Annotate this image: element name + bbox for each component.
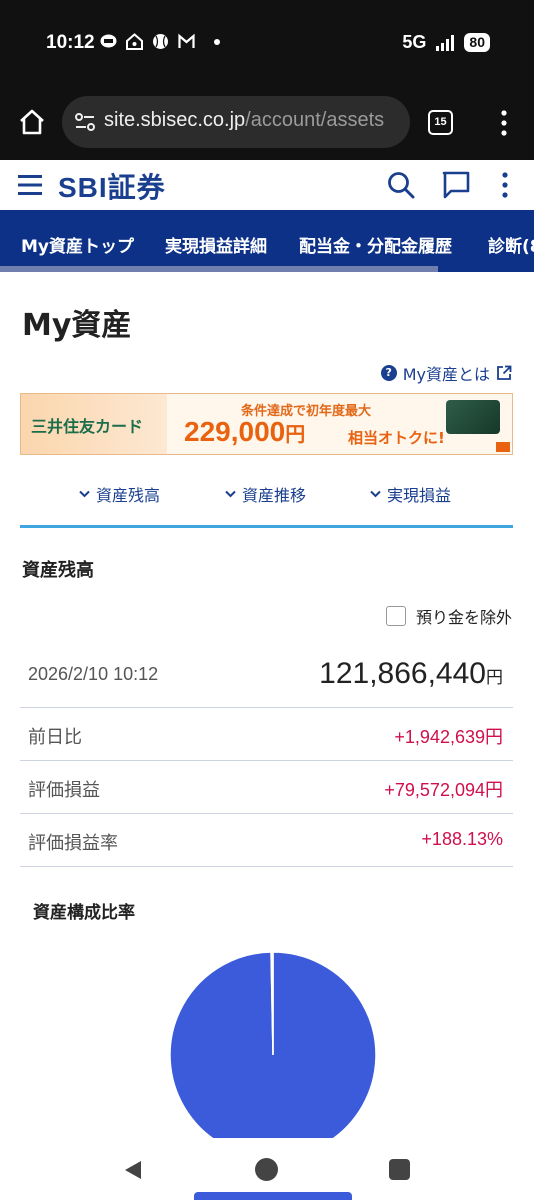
chevron-down-icon: [370, 490, 381, 498]
question-icon: ?: [380, 365, 397, 381]
row-label: 前日比: [28, 727, 82, 748]
total-assets-row: 2026/2/10 10:12 121,866,440円: [20, 648, 513, 708]
anchor-balance[interactable]: 資産残高: [79, 482, 160, 506]
chevron-down-icon: [79, 490, 90, 498]
network-type: 5G: [402, 32, 427, 52]
row-value: +79,572,094円: [384, 780, 503, 800]
android-nav-bar: [0, 1138, 534, 1200]
banner-amount-value: 229,000: [184, 416, 286, 447]
status-bar: 10:12 5G 80: [0, 0, 534, 88]
anchor-label: 資産推移: [242, 486, 307, 505]
battery-icon: 80: [464, 33, 490, 52]
exclude-deposit-label: 預り金を除外: [415, 608, 512, 627]
url-host: site.sbisec.co.jp: [104, 109, 246, 131]
back-icon[interactable]: [121, 1158, 145, 1182]
banner-left-panel: 三井住友カード: [21, 394, 167, 454]
composition-pie-chart: [169, 951, 377, 1145]
tab-diagnosis[interactable]: 診断(8: [488, 232, 534, 257]
sbi-logo[interactable]: SBI証券: [58, 166, 166, 206]
row-value: +188.13%: [421, 829, 503, 849]
anchor-label: 実現損益: [387, 486, 452, 505]
tab-switcher-button[interactable]: 15: [428, 110, 453, 135]
row-value: +1,942,639円: [394, 727, 503, 747]
row-label: 評価損益率: [28, 833, 118, 854]
row-label: 評価損益: [28, 780, 100, 801]
more-notifications-dot: [214, 38, 220, 45]
status-time: 10:12: [46, 32, 95, 53]
credit-card-image: [446, 400, 500, 434]
tab-realized-pl-detail[interactable]: 実現損益詳細: [165, 232, 267, 257]
anchor-trend[interactable]: 資産推移: [225, 482, 306, 506]
balance-section-title: 資産残高: [22, 560, 94, 581]
banner-amount: 229,000円: [184, 416, 305, 448]
table-row: 前日比 +1,942,639円: [20, 708, 513, 761]
address-bar[interactable]: site.sbisec.co.jp/account/assets: [62, 96, 410, 148]
notification-icons: [100, 33, 220, 50]
external-link-icon: [497, 365, 512, 380]
table-row: 評価損益率 +188.13%: [20, 814, 513, 867]
tab-my-assets-top[interactable]: My資産トップ: [21, 232, 134, 257]
anchor-label: 資産残高: [96, 486, 161, 505]
site-settings-icon[interactable]: [74, 111, 96, 133]
gmail-icon: [178, 33, 195, 48]
table-row: 評価損益 +79,572,094円: [20, 761, 513, 814]
signal-icon: [436, 34, 455, 51]
browser-toolbar: site.sbisec.co.jp/account/assets 15: [0, 88, 534, 160]
baseball-icon: [153, 34, 168, 49]
browser-menu-icon[interactable]: [494, 108, 514, 138]
anchor-divider: [20, 525, 513, 528]
recent-apps-icon[interactable]: [389, 1159, 410, 1180]
hamburger-menu-icon[interactable]: [18, 174, 42, 196]
balance-datetime: 2026/2/10 10:12: [28, 664, 159, 684]
nav-scroll-indicator: [0, 266, 438, 272]
url-text: site.sbisec.co.jp/account/assets: [104, 109, 384, 132]
status-right: 5G 80: [402, 32, 490, 53]
total-assets-value: 121,866,440: [319, 657, 486, 690]
nav-tabs: My資産トップ 実現損益詳細 配当金・分配金履歴 診断(8: [0, 210, 534, 272]
help-link[interactable]: ? My資産とは: [380, 361, 512, 385]
banner-tagline: 相当オトクに!: [348, 429, 445, 447]
home-button-icon[interactable]: [255, 1158, 278, 1181]
line-icon: [100, 34, 117, 48]
chevron-down-icon: [225, 490, 236, 498]
home-icon[interactable]: [18, 108, 46, 136]
page-title: My資産: [22, 308, 132, 343]
tab-dividend-history[interactable]: 配当金・分配金履歴: [299, 232, 452, 257]
home-wifi-icon: [126, 33, 143, 50]
composition-title: 資産構成比率: [33, 903, 135, 923]
url-path: /account/assets: [245, 109, 385, 131]
banner-arrow-icon: [496, 442, 510, 452]
chat-icon[interactable]: [441, 170, 471, 200]
total-assets: 121,866,440円: [319, 657, 503, 691]
total-assets-unit: 円: [486, 668, 503, 687]
exclude-deposit-checkbox[interactable]: [385, 606, 406, 626]
anchor-realized[interactable]: 実現損益: [370, 482, 451, 506]
help-link-label: My資産とは: [402, 365, 490, 384]
banner-amount-unit: 円: [285, 424, 306, 446]
promo-banner[interactable]: 三井住友カード 条件達成で初年度最大 229,000円 相当オトクに!: [20, 393, 513, 455]
site-header: SBI証券: [0, 160, 534, 210]
banner-card-name: 三井住友カード: [31, 417, 144, 436]
gesture-bar: [194, 1192, 352, 1200]
more-vertical-icon[interactable]: [496, 170, 514, 200]
search-icon[interactable]: [386, 170, 416, 200]
exclude-deposit-toggle[interactable]: 預り金を除外: [385, 604, 512, 628]
section-anchors: 資産残高 資産推移 実現損益: [0, 478, 534, 508]
